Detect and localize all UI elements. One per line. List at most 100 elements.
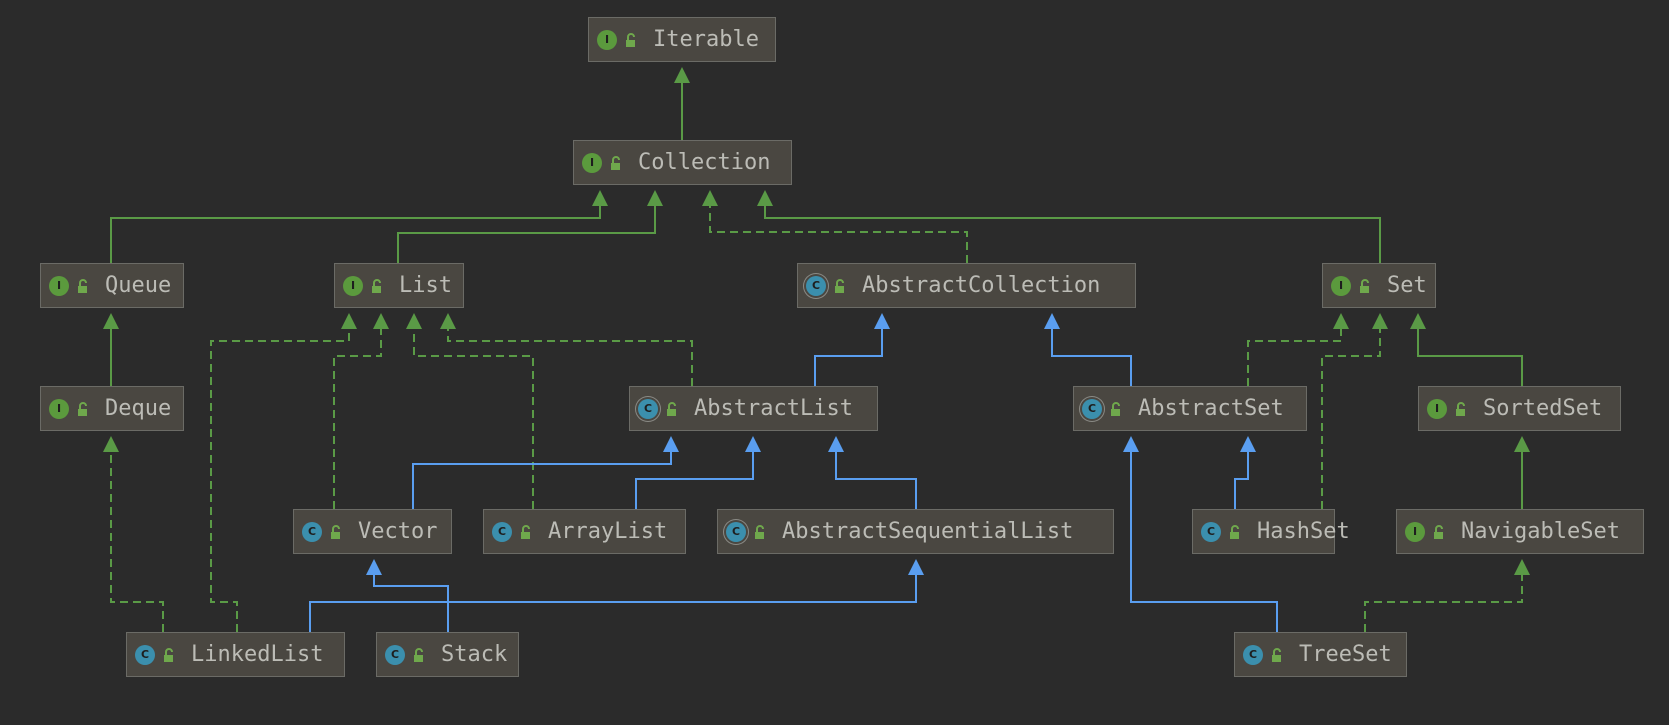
class-node-linkedlist[interactable]: C LinkedList [126,632,345,677]
edge-line [397,206,656,263]
arrowhead-icon [440,313,456,329]
edge-line [1051,329,1132,386]
edge-line [764,206,1381,263]
arrowhead-icon [1240,436,1256,452]
class-node-list[interactable]: I List [334,263,464,308]
edge-line [333,329,382,509]
edge-line [814,329,883,386]
interface-icon: I [597,29,617,50]
edge-line [1417,329,1523,386]
edge-linkedlist-to-abstractsequentiallist [309,559,924,632]
class-name-label: Deque [105,396,172,421]
class-node-queue[interactable]: I Queue [40,263,184,308]
public-access-unlock-icon [1230,524,1239,539]
public-access-unlock-icon [667,401,676,416]
class-node-abstractset[interactable]: C AbstractSet [1073,386,1307,431]
class-name-label: AbstractCollection [862,273,1101,298]
uml-class-diagram: I Iterable I Collection I Queue I List C Abstract… [0,0,1669,725]
edge-collection-to-iterable [674,67,690,140]
arrowhead-icon [1514,559,1530,575]
public-access-unlock-icon [626,32,635,47]
edge-line [309,575,917,632]
arrowhead-icon [592,190,608,206]
abstract-class-icon: C [638,398,658,419]
interface-icon: I [49,398,69,419]
class-name-label: Stack [441,642,508,667]
relationship-edges [103,67,1530,632]
edge-line [1364,575,1523,632]
interface-icon: I [1405,521,1425,542]
edge-abstractcollection-to-collection [702,190,968,263]
class-icon: C [302,521,322,542]
edge-abstractset-to-abstractcollection [1044,313,1132,386]
arrowhead-icon [647,190,663,206]
class-node-iterable[interactable]: I Iterable [588,17,776,62]
edge-line [412,452,672,509]
class-node-stack[interactable]: C Stack [376,632,519,677]
arrowhead-icon [745,436,761,452]
arrowhead-icon [674,67,690,83]
public-access-unlock-icon [78,401,87,416]
arrowhead-icon [103,313,119,329]
class-node-vector[interactable]: C Vector [293,509,452,554]
class-name-label: NavigableSet [1461,519,1620,544]
edge-hashset-to-abstractset [1234,436,1256,509]
public-access-unlock-icon [755,524,764,539]
class-node-treeset[interactable]: C TreeSet [1234,632,1407,677]
arrowhead-icon [1514,436,1530,452]
arrowhead-icon [341,313,357,329]
edge-hashset-to-set [1321,313,1388,509]
interface-icon: I [343,275,363,296]
edge-abstractsequentiallist-to-abstractlist [828,436,917,509]
edge-linkedlist-to-deque [103,436,164,632]
class-name-label: Iterable [653,27,759,52]
class-name-label: LinkedList [191,642,324,667]
public-access-unlock-icon [521,524,530,539]
edge-navigableset-to-sortedset [1514,436,1530,509]
abstract-class-icon: C [806,275,826,296]
class-name-label: SortedSet [1483,396,1603,421]
arrowhead-icon [366,559,382,575]
class-node-collection[interactable]: I Collection [573,140,792,185]
public-access-unlock-icon [835,278,844,293]
edge-line [1321,329,1381,509]
class-node-deque[interactable]: I Deque [40,386,184,431]
class-node-hashset[interactable]: C HashSet [1192,509,1350,554]
arrowhead-icon [663,436,679,452]
edge-arraylist-to-list [406,313,534,509]
arrowhead-icon [1123,436,1139,452]
class-name-label: Vector [358,519,438,544]
edge-sortedset-to-set [1410,313,1523,386]
class-node-navigableset[interactable]: I NavigableSet [1396,509,1644,554]
public-access-unlock-icon [372,278,381,293]
class-node-abstractlist[interactable]: C AbstractList [629,386,878,431]
arrowhead-icon [702,190,718,206]
edge-vector-to-list [333,313,389,509]
public-access-unlock-icon [1360,278,1369,293]
edge-line [1247,329,1342,386]
class-node-sortedset[interactable]: I SortedSet [1418,386,1621,431]
arrowhead-icon [1372,313,1388,329]
interface-icon: I [49,275,69,296]
class-icon: C [1201,521,1221,542]
class-icon: C [135,644,155,665]
edge-line [709,206,968,263]
public-access-unlock-icon [164,647,173,662]
class-node-abstractcollection[interactable]: C AbstractCollection [797,263,1136,308]
edge-line [635,452,754,509]
public-access-unlock-icon [1111,401,1120,416]
public-access-unlock-icon [1272,647,1281,662]
class-icon: C [492,521,512,542]
class-node-set[interactable]: I Set [1322,263,1436,308]
class-icon: C [385,644,405,665]
interface-icon: I [582,152,602,173]
arrowhead-icon [1333,313,1349,329]
edge-line [447,329,693,386]
edge-linkedlist-to-list [210,313,357,632]
edge-abstractset-to-set [1247,313,1349,386]
edge-line [835,452,917,509]
arrowhead-icon [908,559,924,575]
edge-line [1234,452,1249,509]
class-node-arraylist[interactable]: C ArrayList [483,509,686,554]
class-node-abstractsequentiallist[interactable]: C AbstractSequentialList [717,509,1114,554]
